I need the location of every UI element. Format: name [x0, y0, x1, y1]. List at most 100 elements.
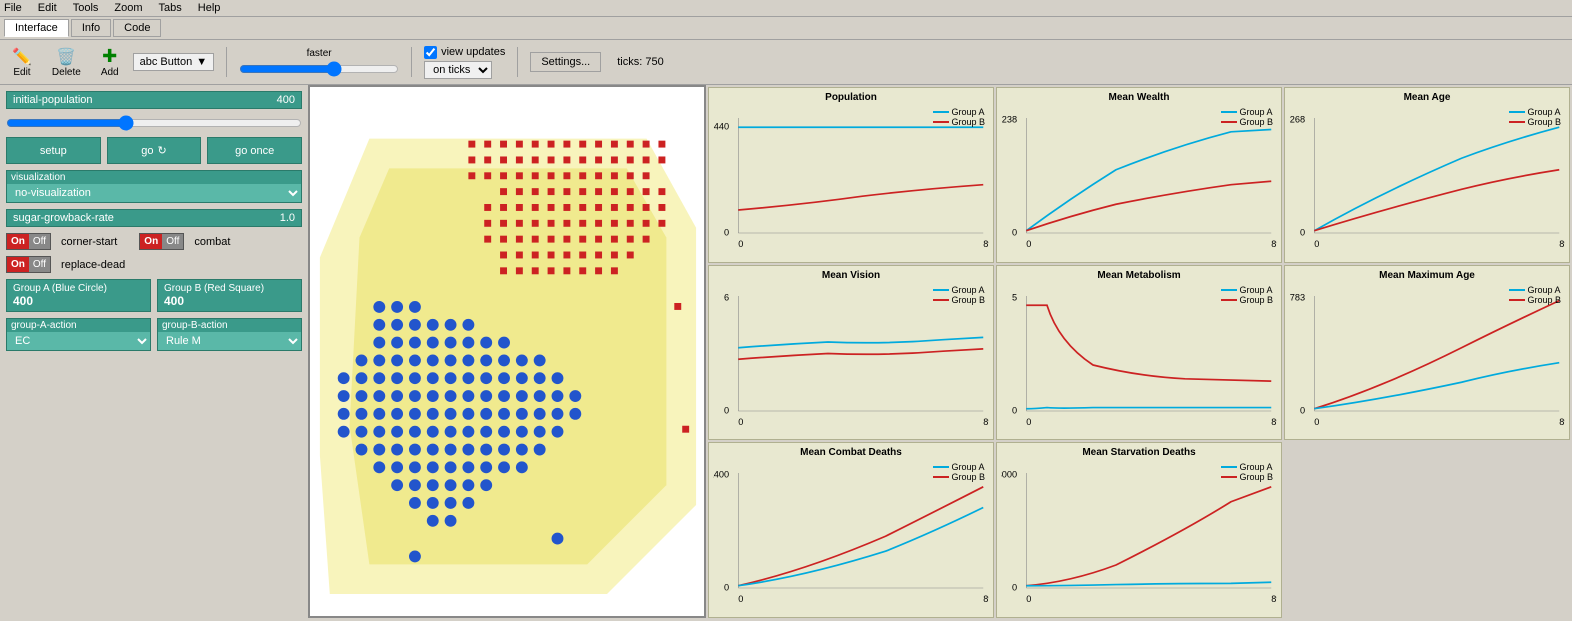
initial-population-control: initial-population 400	[6, 91, 302, 109]
svg-text:895: 895	[1559, 416, 1565, 426]
chart-mean-wealth-inner: Group A Group B 238 0 0 895	[1001, 105, 1277, 258]
svg-text:0: 0	[1012, 405, 1017, 415]
go-button[interactable]: go ↻	[107, 137, 202, 164]
group-info-row: Group A (Blue Circle) 400 Group B (Red S…	[6, 279, 302, 312]
group-a-action-label: group-A-action	[7, 319, 150, 332]
svg-text:783: 783	[1290, 292, 1305, 302]
svg-text:268: 268	[1290, 115, 1305, 125]
speed-slider-area: faster	[239, 48, 399, 77]
svg-text:895: 895	[1559, 239, 1565, 249]
chart-mean-vision-inner: Group A Group B 6 0 0 895	[713, 283, 989, 436]
svg-text:0: 0	[1300, 405, 1305, 415]
menu-edit[interactable]: Edit	[38, 2, 57, 14]
edit-button[interactable]: ✏️ Edit	[6, 45, 38, 80]
svg-text:0: 0	[1314, 239, 1319, 249]
edit-icon: ✏️	[12, 47, 32, 67]
chart-mean-starvation-deaths-inner: Group A Group B 3000 0 0 895	[1001, 460, 1277, 613]
chart-population-svg: 440 0 0 895	[713, 105, 989, 258]
group-a-action-control: group-A-action EC Rule M	[6, 318, 151, 351]
chart-mean-metabolism-svg: 5 0 0 895	[1001, 283, 1277, 436]
chart-mean-max-age-svg: 783 0 0 895	[1289, 283, 1565, 436]
group-a-label: Group A (Blue Circle)	[13, 283, 144, 294]
go-label: go	[141, 145, 153, 157]
chart-empty	[1284, 442, 1570, 618]
replace-dead-toggle[interactable]: On Off	[6, 256, 51, 273]
toggle-row-2: On Off replace-dead	[6, 256, 302, 273]
delete-icon: 🗑️	[56, 47, 76, 67]
go-once-button[interactable]: go once	[207, 137, 302, 164]
ticks-counter: ticks: 750	[617, 56, 663, 68]
ticks-dropdown[interactable]: on ticks	[424, 61, 492, 79]
chart-mean-age-inner: Group A Group B 268 0 0 895	[1289, 105, 1565, 258]
visualization-dropdown[interactable]: no-visualization	[7, 184, 301, 202]
svg-text:0: 0	[738, 416, 743, 426]
group-b-label: Group B (Red Square)	[164, 283, 295, 294]
chart-mean-wealth-title: Mean Wealth	[1001, 92, 1277, 103]
svg-text:0: 0	[1300, 227, 1305, 237]
initial-population-slider[interactable]	[6, 115, 302, 131]
svg-text:895: 895	[1271, 594, 1277, 604]
add-label: Add	[101, 67, 119, 78]
group-a-action-dropdown[interactable]: EC Rule M	[7, 332, 150, 350]
combat-label: combat	[194, 236, 230, 248]
menu-zoom[interactable]: Zoom	[114, 2, 142, 14]
chart-mean-starvation-deaths-svg: 3000 0 0 895	[1001, 460, 1277, 613]
svg-text:895: 895	[1271, 239, 1277, 249]
svg-text:895: 895	[983, 239, 989, 249]
delete-button[interactable]: 🗑️ Delete	[46, 45, 87, 80]
chart-mean-max-age-title: Mean Maximum Age	[1289, 270, 1565, 281]
tab-interface[interactable]: Interface	[4, 19, 69, 37]
action-dropdowns-row: group-A-action EC Rule M group-B-action …	[6, 318, 302, 351]
tab-code[interactable]: Code	[113, 19, 161, 37]
chart-mean-metabolism: Mean Metabolism Group A Group B 5 0 0 89…	[996, 265, 1282, 441]
speed-label: faster	[307, 48, 332, 59]
menu-file[interactable]: File	[4, 2, 22, 14]
chart-mean-max-age-inner: Group A Group B 783 0 0 895	[1289, 283, 1565, 436]
svg-text:238: 238	[1002, 115, 1017, 125]
svg-text:0: 0	[1012, 582, 1017, 592]
svg-text:5: 5	[1012, 292, 1017, 302]
chart-population: Population Group A Group B 440 0 0 895	[708, 87, 994, 263]
group-b-action-control: group-B-action Rule M EC	[157, 318, 302, 351]
menu-tabs[interactable]: Tabs	[159, 2, 182, 14]
svg-text:1400: 1400	[713, 470, 729, 480]
menu-tools[interactable]: Tools	[73, 2, 99, 14]
chart-mean-starvation-deaths-title: Mean Starvation Deaths	[1001, 447, 1277, 458]
chart-mean-max-age-legend: Group A Group B	[1509, 285, 1561, 305]
initial-population-value: 400	[277, 94, 295, 106]
menu-help[interactable]: Help	[198, 2, 221, 14]
chart-population-inner: Group A Group B 440 0 0 895	[713, 105, 989, 258]
view-options-area: view updates on ticks	[424, 46, 505, 79]
simulation-canvas: // Generate red squares positions const …	[308, 85, 706, 618]
toggle-row-1: On Off corner-start On Off combat	[6, 233, 302, 250]
widget-type-dropdown[interactable]: abc Button ▼	[133, 53, 214, 71]
combat-toggle[interactable]: On Off	[139, 233, 184, 250]
svg-text:0: 0	[1026, 239, 1031, 249]
chart-mean-vision-svg: 6 0 0 895	[713, 283, 989, 436]
tab-info[interactable]: Info	[71, 19, 111, 37]
chart-mean-metabolism-title: Mean Metabolism	[1001, 270, 1277, 281]
svg-text:0: 0	[738, 239, 743, 249]
svg-text:895: 895	[983, 594, 989, 604]
group-a-value: 400	[13, 294, 144, 308]
svg-text:0: 0	[1012, 227, 1017, 237]
setup-button[interactable]: setup	[6, 137, 101, 164]
chart-mean-wealth-legend: Group A Group B	[1221, 107, 1273, 127]
initial-population-label: initial-population	[13, 94, 93, 106]
add-button[interactable]: ✚ Add	[95, 44, 125, 80]
visualization-control: visualization no-visualization	[6, 170, 302, 203]
corner-start-toggle[interactable]: On Off	[6, 233, 51, 250]
action-buttons-row: setup go ↻ go once	[6, 137, 302, 164]
view-updates-checkbox[interactable]	[424, 46, 437, 59]
svg-text:440: 440	[714, 122, 729, 132]
speed-slider[interactable]	[239, 61, 399, 77]
svg-text:895: 895	[983, 416, 989, 426]
svg-text:0: 0	[1026, 416, 1031, 426]
group-b-action-dropdown[interactable]: Rule M EC	[158, 332, 301, 350]
settings-button[interactable]: Settings...	[530, 52, 601, 72]
svg-text:895: 895	[1271, 416, 1277, 426]
chart-mean-metabolism-inner: Group A Group B 5 0 0 895	[1001, 283, 1277, 436]
menubar: File Edit Tools Zoom Tabs Help	[0, 0, 1572, 17]
group-b-action-label: group-B-action	[158, 319, 301, 332]
sugar-growback-control: sugar-growback-rate 1.0	[6, 209, 302, 227]
